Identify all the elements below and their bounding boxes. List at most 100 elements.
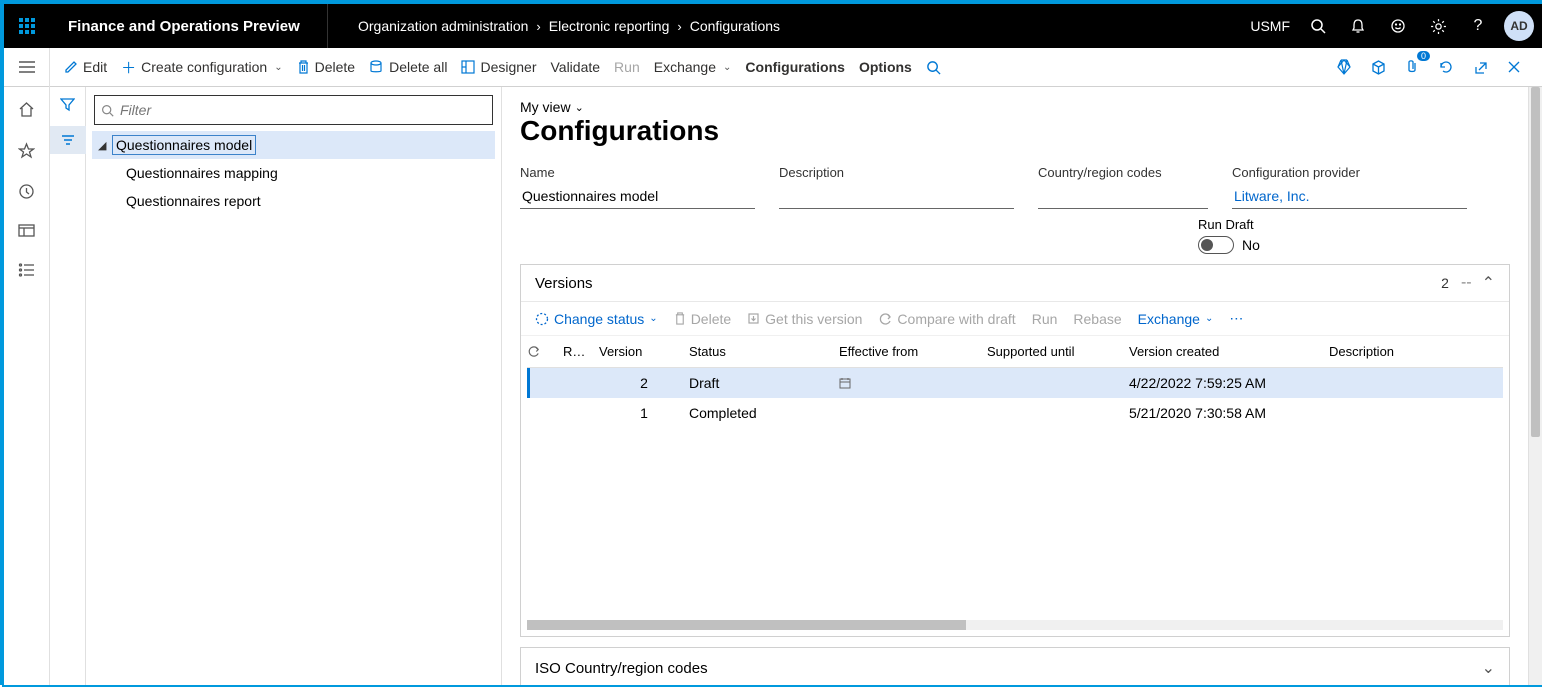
edit-button[interactable]: Edit [64, 59, 107, 75]
breadcrumb-item[interactable]: Organization administration [358, 18, 528, 34]
download-icon [747, 312, 760, 325]
create-config-button[interactable]: ＋ Create configuration ⌄ [121, 57, 282, 78]
tree-item-child[interactable]: Questionnaires mapping [92, 159, 495, 187]
iso-title: ISO Country/region codes [535, 660, 1482, 677]
col-description[interactable]: Description [1329, 344, 1503, 359]
versions-title: Versions [535, 275, 1441, 292]
tree-label: Questionnaires mapping [126, 165, 278, 181]
tree-item-root[interactable]: ◢ Questionnaires model [92, 131, 495, 159]
hamburger-button[interactable] [4, 48, 50, 87]
designer-button[interactable]: Designer [461, 59, 536, 75]
modules-icon[interactable] [18, 263, 35, 277]
col-status[interactable]: Status [689, 344, 839, 359]
rebase-label: Rebase [1073, 311, 1121, 327]
recent-icon[interactable] [18, 183, 35, 200]
col-effective[interactable]: Effective from [839, 344, 987, 359]
delete-all-label: Delete all [389, 59, 447, 75]
my-view-dropdown[interactable]: My view ⌄ [520, 99, 1510, 115]
col-created[interactable]: Version created [1129, 344, 1329, 359]
configurations-button[interactable]: Configurations [745, 59, 845, 75]
refresh-column-icon[interactable] [527, 345, 563, 358]
filter-list-icon[interactable] [50, 126, 86, 154]
action-search-button[interactable] [926, 60, 941, 75]
country-field[interactable] [1038, 184, 1208, 209]
tree-filter-input[interactable] [94, 95, 493, 125]
pencil-icon [64, 60, 78, 74]
delete-all-button[interactable]: Delete all [369, 59, 447, 75]
grid-empty-area [527, 428, 1503, 608]
name-field[interactable] [520, 184, 755, 209]
box-icon[interactable] [1366, 55, 1390, 79]
versions-card: Versions 2 -- ⌃ Change status ⌄ [520, 264, 1510, 637]
designer-label: Designer [480, 59, 536, 75]
grid-header: R… Version Status Effective from Support… [527, 336, 1503, 368]
calendar-icon[interactable] [839, 377, 977, 389]
home-icon[interactable] [18, 101, 35, 118]
bell-icon[interactable] [1340, 4, 1376, 48]
workspace-icon[interactable] [18, 224, 35, 239]
options-button[interactable]: Options [859, 59, 912, 75]
more-button[interactable]: ⋯ [1229, 310, 1245, 327]
compare-icon [878, 312, 892, 326]
run-draft-label: Run Draft [1198, 217, 1510, 232]
name-field-group: Name [520, 165, 755, 209]
col-r[interactable]: R… [563, 344, 599, 359]
gear-icon[interactable] [1420, 4, 1456, 48]
chevron-right-icon: › [677, 19, 681, 34]
rebase-button: Rebase [1073, 311, 1121, 327]
chevron-down-icon: ⌄ [723, 62, 731, 73]
compare-button: Compare with draft [878, 311, 1015, 327]
legal-entity[interactable]: USMF [1250, 18, 1290, 34]
description-field[interactable] [779, 184, 1014, 209]
version-run-button: Run [1032, 311, 1058, 327]
version-exchange-button[interactable]: Exchange ⌄ [1138, 311, 1214, 327]
caret-down-icon[interactable]: ◢ [98, 139, 112, 152]
iso-card[interactable]: ISO Country/region codes ⌄ [520, 647, 1510, 685]
get-version-button: Get this version [747, 311, 862, 327]
table-row[interactable]: 1 Completed 5/21/2020 7:30:58 AM [527, 398, 1503, 428]
filter-field[interactable] [120, 102, 486, 118]
funnel-icon[interactable] [60, 97, 75, 112]
versions-toolbar: Change status ⌄ Delete Get this versio [521, 302, 1509, 336]
popout-icon[interactable] [1468, 55, 1492, 79]
chevron-down-icon: ⌄ [575, 101, 584, 114]
diamond-icon[interactable] [1332, 55, 1356, 79]
header-fields: Name Description Country/region codes Co… [520, 165, 1510, 209]
version-delete-button: Delete [674, 311, 731, 327]
chevron-up-icon[interactable]: ⌃ [1482, 273, 1495, 293]
col-version[interactable]: Version [599, 344, 689, 359]
cell-created: 5/21/2020 7:30:58 AM [1129, 405, 1329, 421]
validate-label: Validate [550, 59, 600, 75]
tree-label: Questionnaires model [112, 135, 256, 155]
avatar[interactable]: AD [1504, 11, 1534, 41]
refresh-icon[interactable] [1434, 55, 1458, 79]
attachments-button[interactable]: 0 [1400, 55, 1424, 79]
chevron-right-icon: › [536, 19, 540, 34]
tree-item-child[interactable]: Questionnaires report [92, 187, 495, 215]
help-icon[interactable]: ? [1460, 4, 1496, 48]
breadcrumb: Organization administration › Electronic… [328, 18, 1250, 34]
delete-button[interactable]: Delete [297, 59, 355, 75]
versions-header[interactable]: Versions 2 -- ⌃ [521, 265, 1509, 302]
provider-field[interactable] [1232, 184, 1467, 209]
run-draft-toggle[interactable] [1198, 236, 1234, 254]
search-icon [926, 60, 941, 75]
vertical-scrollbar[interactable] [1528, 87, 1542, 685]
app-launcher-button[interactable] [4, 4, 50, 48]
validate-button[interactable]: Validate [550, 59, 600, 75]
close-icon[interactable] [1502, 55, 1526, 79]
star-icon[interactable] [18, 142, 35, 159]
designer-icon [461, 60, 475, 74]
table-row[interactable]: 2 Draft 4/22/2022 7:59:25 AM [527, 368, 1503, 398]
delete-label: Delete [315, 59, 355, 75]
horizontal-scrollbar[interactable] [527, 620, 1503, 630]
search-icon[interactable] [1300, 4, 1336, 48]
breadcrumb-item[interactable]: Electronic reporting [549, 18, 670, 34]
breadcrumb-item[interactable]: Configurations [690, 18, 780, 34]
tree-panel: ◢ Questionnaires model Questionnaires ma… [86, 87, 502, 685]
change-status-button[interactable]: Change status ⌄ [535, 311, 658, 327]
exchange-button[interactable]: Exchange ⌄ [654, 59, 732, 75]
col-supported[interactable]: Supported until [987, 344, 1129, 359]
smile-icon[interactable] [1380, 4, 1416, 48]
body: ◢ Questionnaires model Questionnaires ma… [4, 87, 1542, 685]
